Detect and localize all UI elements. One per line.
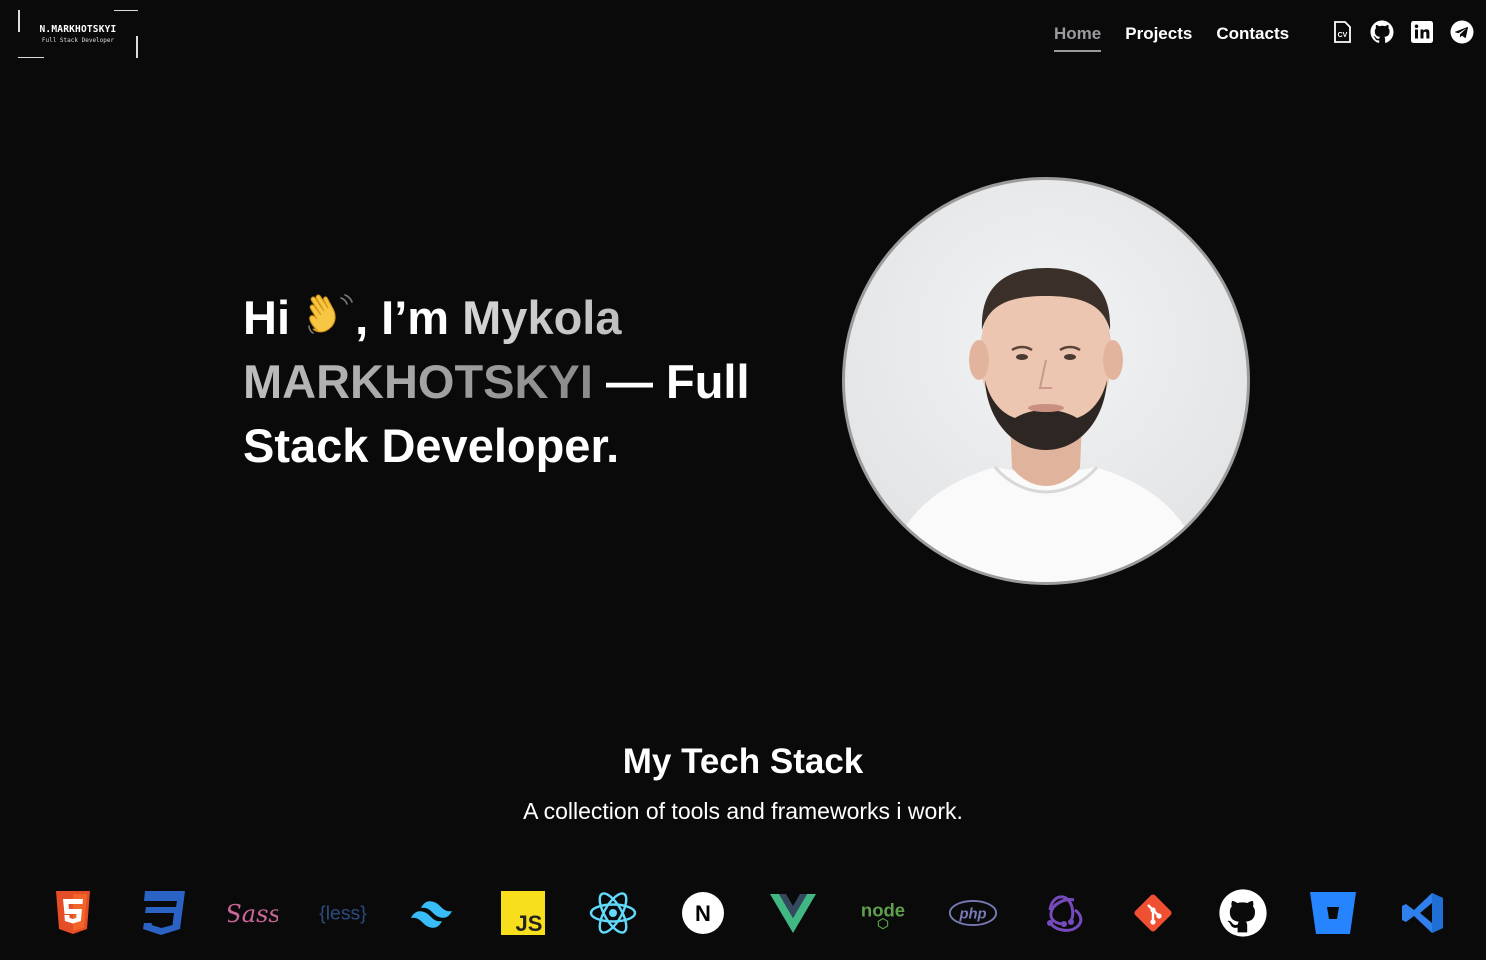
redux-icon [1038, 888, 1088, 938]
cv-icon[interactable]: CV [1330, 18, 1354, 46]
vscode-icon [1398, 888, 1448, 938]
hero-greeting-rest: , I’m [355, 291, 450, 344]
profile-photo [842, 177, 1250, 585]
html5-icon [48, 888, 98, 938]
telegram-icon[interactable] [1450, 18, 1474, 46]
react-icon [588, 888, 638, 938]
site-logo[interactable]: N.MARKHOTSKYI Full Stack Developer [18, 10, 138, 58]
js-label: JS [516, 911, 543, 935]
javascript-icon: JS [498, 888, 548, 938]
nextjs-icon: N [678, 888, 728, 938]
less-label: {less} [319, 902, 367, 924]
tech-stack-icons: Sass {less} JS N node php [48, 888, 1448, 938]
stack-title: My Tech Stack [622, 742, 864, 781]
hero-dash: — [605, 355, 653, 408]
logo-frame [114, 10, 138, 11]
linkedin-icon[interactable] [1410, 18, 1434, 46]
logo-role: Full Stack Developer [41, 37, 115, 44]
main-nav: Home Projects Contacts [1054, 22, 1289, 52]
bitbucket-icon [1308, 888, 1358, 938]
github-icon[interactable] [1370, 18, 1394, 46]
social-links: CV [1330, 18, 1474, 46]
tailwind-icon [408, 888, 458, 938]
next-label: N [695, 901, 711, 926]
sass-icon: Sass [228, 888, 278, 938]
less-icon: {less} [318, 888, 368, 938]
sass-label: Sass [228, 900, 278, 928]
nav-projects[interactable]: Projects [1125, 22, 1192, 46]
nav-contacts[interactable]: Contacts [1216, 22, 1289, 46]
node-label: node [861, 900, 905, 921]
nav-home[interactable]: Home [1054, 22, 1102, 52]
php-label: php [958, 907, 986, 923]
github-icon [1218, 888, 1268, 938]
logo-frame [18, 57, 44, 58]
git-icon [1128, 888, 1178, 938]
css3-icon [138, 888, 188, 938]
logo-name: N.MARKHOTSKYI [39, 24, 117, 35]
php-icon: php [948, 888, 998, 938]
waving-hand-icon [308, 294, 353, 334]
stack-subtitle: A collection of tools and frameworks i w… [523, 798, 963, 824]
hero-headline: Hi , I’m Mykola MARKHOTSKYI — Full Stack… [243, 286, 763, 478]
vue-icon [768, 888, 818, 938]
nodejs-icon: node [858, 888, 908, 938]
hero-greeting: Hi [243, 291, 290, 344]
cv-label: CV [1338, 32, 1348, 39]
